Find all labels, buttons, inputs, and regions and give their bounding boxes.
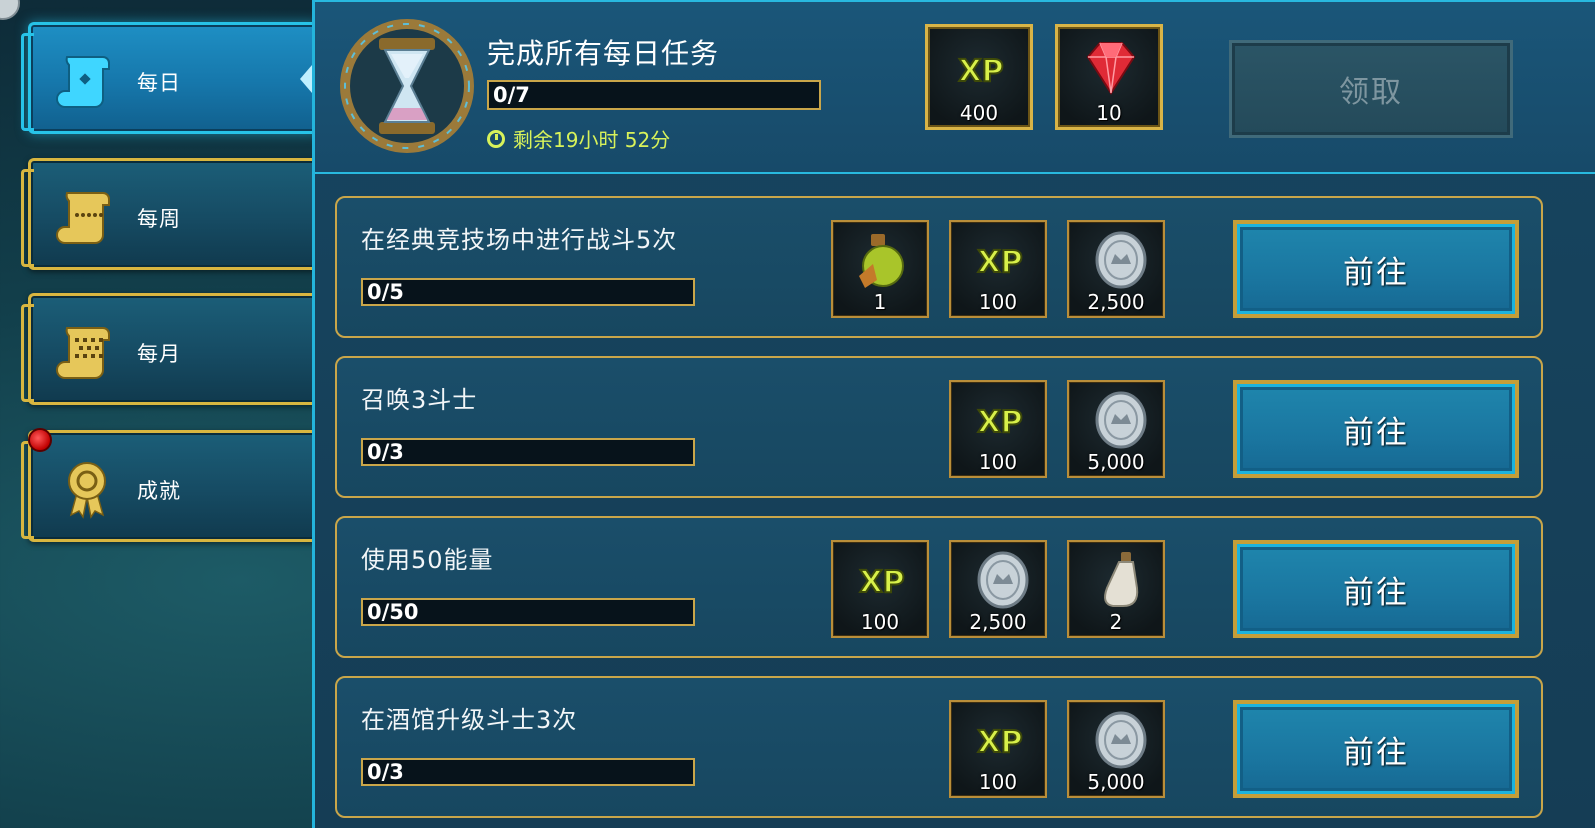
quest-panel: 完成所有每日任务 0/7 剩余19小时 52分 XP 400 10 领取 在经典…	[312, 0, 1595, 828]
tab-achievements[interactable]: 成就	[21, 430, 318, 542]
go-button[interactable]: 前往	[1233, 700, 1519, 798]
quest-title: 召唤3斗士	[361, 386, 478, 414]
reward-qty: 5,000	[1087, 770, 1145, 794]
reward-silver: 5,000	[1067, 380, 1165, 478]
reward-xp: XP 100	[949, 380, 1047, 478]
xp-icon: XP	[976, 244, 1023, 281]
tab-daily[interactable]: 每日	[21, 22, 318, 134]
quest-progress-text: 0/50	[367, 600, 419, 624]
quest-title: 使用50能量	[361, 546, 494, 574]
silver-coin-icon	[977, 551, 1029, 609]
reward-qty: 100	[978, 770, 1018, 794]
reward-qty: 2	[1109, 610, 1123, 634]
timer-text: 剩余19小时 52分	[513, 128, 671, 152]
reward-qty: 10	[1096, 101, 1122, 125]
back-button[interactable]	[0, 0, 20, 20]
quest-row: 召唤3斗士 0/3 XP 100 5,000 前往	[335, 356, 1543, 498]
svg-text:XP: XP	[977, 405, 1022, 440]
reward-gem: 10	[1055, 24, 1163, 130]
summary-progress-text: 0/7	[493, 83, 530, 107]
tab-monthly[interactable]: 每月	[21, 293, 318, 405]
scroll-icon	[56, 327, 110, 379]
tab-label: 每周	[137, 207, 181, 231]
quest-progress-text: 0/3	[367, 760, 404, 784]
reward-qty: 400	[959, 101, 999, 125]
quest-progress-bar: 0/3	[361, 758, 695, 786]
summary-title: 完成所有每日任务	[487, 37, 720, 70]
quest-title: 在酒馆升级斗士3次	[361, 706, 578, 734]
reward-qty: 2,500	[969, 610, 1027, 634]
reward-qty: 100	[978, 450, 1018, 474]
summary-progress-bar: 0/7	[487, 80, 821, 110]
quest-title: 在经典竞技场中进行战斗5次	[361, 226, 678, 254]
reward-silver: 2,500	[949, 540, 1047, 638]
time-remaining: 剩余19小时 52分	[487, 124, 670, 153]
svg-text:XP: XP	[977, 245, 1022, 280]
reward-qty: 100	[978, 290, 1018, 314]
reward-qty: 1	[873, 290, 887, 314]
xp-icon: XP	[976, 724, 1023, 761]
silver-coin-icon	[1095, 711, 1147, 769]
reward-silver: 5,000	[1067, 700, 1165, 798]
reward-xp: XP 100	[949, 700, 1047, 798]
notification-badge	[28, 428, 52, 452]
scroll-icon	[56, 56, 110, 108]
scroll-icon	[56, 192, 110, 244]
go-button[interactable]: 前往	[1233, 380, 1519, 478]
quest-progress-text: 0/3	[367, 440, 404, 464]
quest-progress-text: 0/5	[367, 280, 404, 304]
go-button[interactable]: 前往	[1233, 220, 1519, 318]
reward-potion: 1	[831, 220, 929, 318]
svg-text:XP: XP	[958, 54, 1003, 89]
reward-xp: XP 400	[925, 24, 1033, 130]
tab-label: 每日	[137, 71, 181, 95]
quest-row: 在酒馆升级斗士3次 0/3 XP 100 5,000 前往	[335, 676, 1543, 818]
ruby-gem-icon	[1086, 42, 1136, 95]
xp-icon: XP	[957, 53, 1004, 90]
quest-progress-bar: 0/5	[361, 278, 695, 306]
go-button[interactable]: 前往	[1233, 540, 1519, 638]
silver-coin-icon	[1095, 391, 1147, 449]
reward-flask: 2	[1067, 540, 1165, 638]
hourglass-icon	[340, 19, 474, 153]
reward-xp: XP 100	[831, 540, 929, 638]
quest-row: 在经典竞技场中进行战斗5次 0/5 1 XP 100 2,500 前往	[335, 196, 1543, 338]
claim-button[interactable]: 领取	[1229, 40, 1513, 138]
reward-silver: 2,500	[1067, 220, 1165, 318]
daily-summary-header: 完成所有每日任务 0/7 剩余19小时 52分 XP 400 10 领取	[315, 0, 1595, 174]
tab-label: 成就	[137, 479, 181, 503]
svg-text:XP: XP	[977, 725, 1022, 760]
clock-icon	[487, 129, 505, 148]
potion-icon	[859, 234, 904, 288]
xp-icon: XP	[858, 564, 905, 601]
active-arrow-icon	[300, 65, 312, 93]
medal-ribbon-icon	[68, 462, 106, 519]
xp-icon: XP	[976, 404, 1023, 441]
reward-qty: 2,500	[1087, 290, 1145, 314]
flask-icon	[1104, 552, 1139, 607]
sidebar: 每日 每周 每月 成就	[0, 0, 318, 828]
reward-qty: 5,000	[1087, 450, 1145, 474]
quest-progress-bar: 0/50	[361, 598, 695, 626]
tab-label: 每月	[137, 342, 181, 366]
svg-text:XP: XP	[859, 565, 904, 600]
tab-weekly[interactable]: 每周	[21, 158, 318, 270]
reward-xp: XP 100	[949, 220, 1047, 318]
quest-row: 使用50能量 0/50 XP 100 2,500 2 前往	[335, 516, 1543, 658]
quest-progress-bar: 0/3	[361, 438, 695, 466]
reward-qty: 100	[860, 610, 900, 634]
silver-coin-icon	[1095, 231, 1147, 289]
